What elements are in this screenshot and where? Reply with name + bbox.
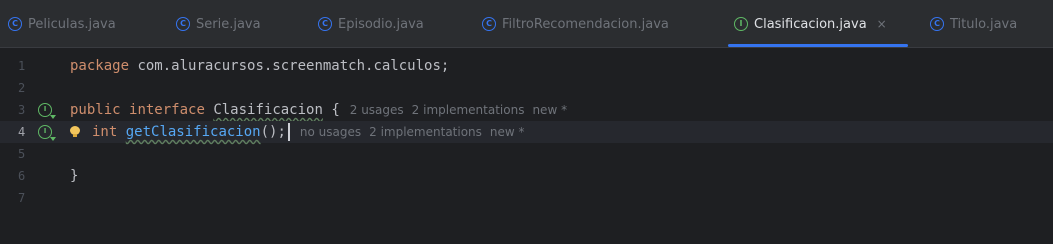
text-caret xyxy=(287,123,290,141)
line-number: 5 xyxy=(18,147,26,161)
tab-titulo[interactable]: C Titulo.java xyxy=(930,0,1017,48)
method-parens: (); xyxy=(260,124,286,140)
line-number: 2 xyxy=(18,81,26,95)
keyword: package xyxy=(70,58,130,74)
active-tab-indicator xyxy=(728,44,908,47)
author-hint[interactable]: new * xyxy=(532,103,567,117)
code-line-2[interactable]: 2 xyxy=(0,77,1053,99)
class-icon: C xyxy=(482,17,496,31)
implementations-hint[interactable]: 2 implementations xyxy=(412,103,525,117)
inlay-hints: no usages 2 implementations new * xyxy=(300,125,533,139)
author-hint[interactable]: new * xyxy=(490,125,525,139)
tab-label: Titulo.java xyxy=(950,16,1018,32)
usages-hint[interactable]: 2 usages xyxy=(350,103,404,117)
code-line-6[interactable]: 6 } xyxy=(0,165,1053,187)
line-number: 7 xyxy=(18,191,26,205)
interface-icon: I xyxy=(734,17,748,31)
code-text: package com.aluracursos.screenmatch.calc… xyxy=(70,55,449,77)
line-number: 4 xyxy=(18,125,26,139)
code-editor[interactable]: 1 package com.aluracursos.screenmatch.ca… xyxy=(0,49,1053,244)
close-icon[interactable]: × xyxy=(877,17,887,31)
tab-label: Serie.java xyxy=(196,16,261,32)
code-line-7[interactable]: 7 xyxy=(0,187,1053,209)
tab-label: FiltroRecomendacion.java xyxy=(502,16,669,32)
implementations-hint[interactable]: 2 implementations xyxy=(369,125,482,139)
class-icon: C xyxy=(930,17,944,31)
tab-episodio[interactable]: C Episodio.java xyxy=(318,0,424,48)
method-name: getClasificacion xyxy=(125,124,261,140)
code-text: } xyxy=(70,165,78,187)
editor-tab-bar: C Peliculas.java C Serie.java C Episodio… xyxy=(0,0,1053,48)
interface-name: Clasificacion xyxy=(213,102,323,118)
open-brace: { xyxy=(322,102,340,118)
keyword: int xyxy=(92,124,118,140)
code-line-5[interactable]: 5 xyxy=(0,143,1053,165)
tab-label: Peliculas.java xyxy=(28,16,116,32)
tab-label: Episodio.java xyxy=(338,16,424,32)
tab-peliculas[interactable]: C Peliculas.java xyxy=(8,0,116,48)
code-text: int getClasificacion(); no usages 2 implem… xyxy=(70,121,533,143)
implemented-gutter-icon[interactable]: I xyxy=(38,103,56,119)
lightbulb-icon[interactable] xyxy=(70,126,80,138)
implemented-gutter-icon[interactable]: I xyxy=(38,125,56,141)
usages-hint[interactable]: no usages xyxy=(300,125,361,139)
line-number: 3 xyxy=(18,103,26,117)
tab-serie[interactable]: C Serie.java xyxy=(176,0,261,48)
code-line-4[interactable]: 4 I int getClasificacion(); no usages 2 im… xyxy=(0,121,1053,143)
inlay-hints: 2 usages 2 implementations new * xyxy=(350,103,575,117)
code-text: public interface Clasificacion {2 usages… xyxy=(70,99,575,121)
keyword: public xyxy=(70,102,121,118)
line-number: 1 xyxy=(18,59,26,73)
tab-filtro-recomendacion[interactable]: C FiltroRecomendacion.java xyxy=(482,0,669,48)
class-icon: C xyxy=(176,17,190,31)
class-icon: C xyxy=(8,17,22,31)
tab-clasificacion[interactable]: I Clasificacion.java × xyxy=(734,0,887,48)
keyword: interface xyxy=(129,102,205,118)
code-line-1[interactable]: 1 package com.aluracursos.screenmatch.ca… xyxy=(0,55,1053,77)
package-name: com.aluracursos.screenmatch.calculos; xyxy=(129,58,450,74)
tab-label: Clasificacion.java xyxy=(754,16,867,32)
code-line-3[interactable]: 3 I public interface Clasificacion {2 us… xyxy=(0,99,1053,121)
line-number: 6 xyxy=(18,169,26,183)
class-icon: C xyxy=(318,17,332,31)
close-brace: } xyxy=(70,168,79,184)
